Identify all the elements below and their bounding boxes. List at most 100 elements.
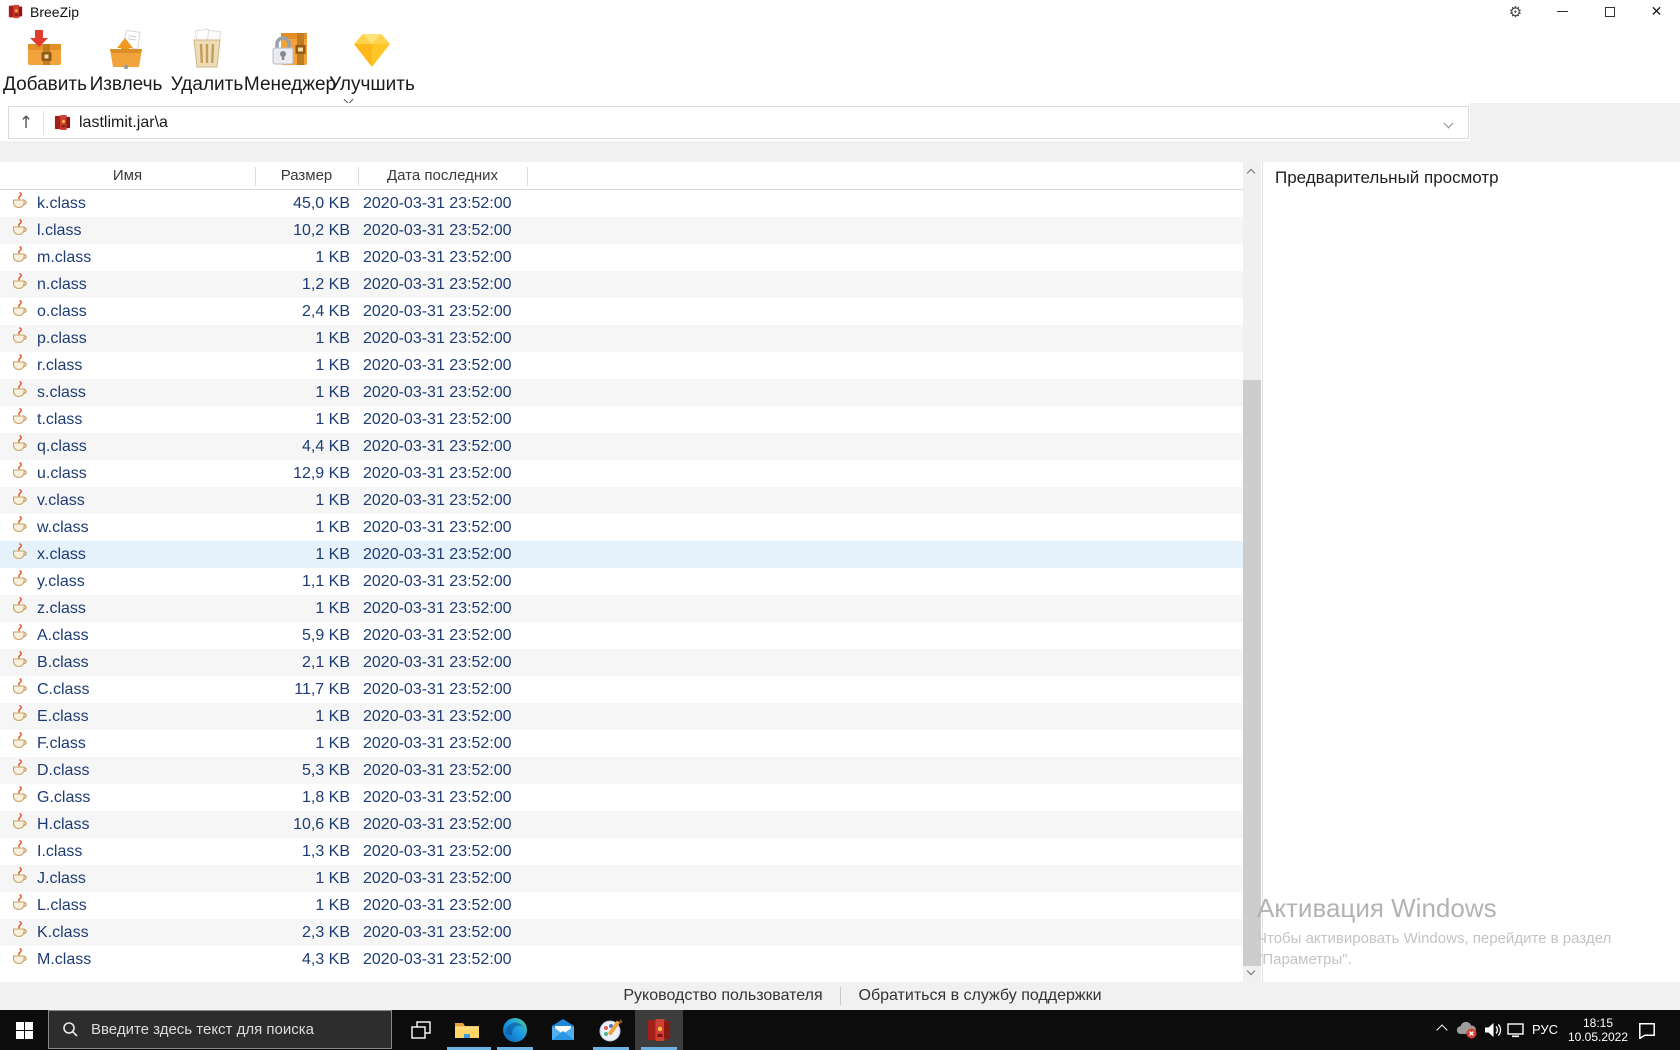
table-row[interactable]: p.class 1 KB 2020-03-31 23:52:00 [0,325,1243,352]
minimize-button[interactable] [1539,0,1586,23]
java-class-file-icon [10,759,28,782]
file-date: 2020-03-31 23:52:00 [363,222,512,240]
column-header-size[interactable]: Размер [255,162,358,190]
java-class-file-icon [10,462,28,480]
address-dropdown-chevron-icon[interactable] [1444,119,1454,129]
table-row[interactable]: u.class 12,9 KB 2020-03-31 23:52:00 [0,460,1243,487]
file-date: 2020-03-31 23:52:00 [363,762,512,780]
table-row[interactable]: m.class 1 KB 2020-03-31 23:52:00 [0,244,1243,271]
paint3d-icon [598,1017,624,1043]
table-row[interactable]: A.class 5,9 KB 2020-03-31 23:52:00 [0,622,1243,649]
table-row[interactable]: D.class 5,3 KB 2020-03-31 23:52:00 [0,757,1243,784]
maximize-button[interactable] [1586,0,1633,23]
address-bar[interactable]: ↑ lastlimit.jar\a [8,106,1469,139]
file-explorer-button[interactable] [443,1010,491,1050]
breezip-taskbar-button[interactable] [635,1010,683,1050]
table-row[interactable]: n.class 1,2 KB 2020-03-31 23:52:00 [0,271,1243,298]
start-button[interactable] [0,1010,48,1050]
watermark-line2: Чтобы активировать Windows, перейдите в … [1257,928,1611,949]
table-row[interactable]: l.class 10,2 KB 2020-03-31 23:52:00 [0,217,1243,244]
table-row[interactable]: s.class 1 KB 2020-03-31 23:52:00 [0,379,1243,406]
column-header-name[interactable]: Имя [0,162,255,190]
table-row[interactable]: r.class 1 KB 2020-03-31 23:52:00 [0,352,1243,379]
user-guide-link[interactable]: Руководство пользователя [623,982,822,1010]
action-center-icon[interactable] [1638,1022,1656,1039]
file-size: 1,1 KB [255,573,350,591]
onedrive-tray-icon[interactable] [1455,1022,1478,1039]
scrollbar-thumb[interactable] [1243,380,1261,966]
address-path[interactable]: lastlimit.jar\a [79,114,168,132]
footer-bar: Руководство пользователя Обратиться в сл… [0,982,1680,1010]
scroll-down-arrow-icon[interactable] [1247,967,1255,975]
contact-support-link[interactable]: Обратиться в службу поддержки [858,982,1101,1010]
table-row[interactable]: q.class 4,4 KB 2020-03-31 23:52:00 [0,433,1243,460]
file-name-cell: z.class [0,597,255,620]
titlebar: BreeZip ⚙ ✕ [0,0,1680,23]
file-date: 2020-03-31 23:52:00 [363,411,512,429]
table-row[interactable]: z.class 1 KB 2020-03-31 23:52:00 [0,595,1243,622]
file-name: u.class [37,465,87,483]
java-class-file-icon [10,624,28,642]
improve-button[interactable]: Улучшить [332,27,412,96]
table-row[interactable]: k.class 45,0 KB 2020-03-31 23:52:00 [0,190,1243,217]
table-row[interactable]: H.class 10,6 KB 2020-03-31 23:52:00 [0,811,1243,838]
file-size: 2,1 KB [255,654,350,672]
table-row[interactable]: v.class 1 KB 2020-03-31 23:52:00 [0,487,1243,514]
java-class-file-icon [10,570,28,593]
file-name-cell: m.class [0,246,255,269]
task-view-button[interactable] [398,1010,444,1050]
taskbar-search[interactable] [48,1010,392,1049]
table-row[interactable]: y.class 1,1 KB 2020-03-31 23:52:00 [0,568,1243,595]
add-button-label: Добавить [3,74,87,96]
vertical-scrollbar[interactable] [1243,162,1261,982]
file-size: 12,9 KB [255,465,350,483]
mail-button[interactable] [539,1010,587,1050]
table-row[interactable]: C.class 11,7 KB 2020-03-31 23:52:00 [0,676,1243,703]
file-size: 5,9 KB [255,627,350,645]
java-class-file-icon [10,516,28,539]
file-name-cell: F.class [0,732,255,755]
java-class-file-icon [10,300,28,318]
paint3d-button[interactable] [587,1010,635,1050]
close-button[interactable]: ✕ [1633,0,1680,23]
table-row[interactable]: B.class 2,1 KB 2020-03-31 23:52:00 [0,649,1243,676]
network-tray-icon[interactable] [1507,1023,1526,1038]
tray-expand-chevron-icon[interactable] [1436,1024,1447,1035]
up-directory-button[interactable]: ↑ [9,113,43,133]
table-row[interactable]: E.class 1 KB 2020-03-31 23:52:00 [0,703,1243,730]
java-class-file-icon [10,246,28,269]
table-row[interactable]: w.class 1 KB 2020-03-31 23:52:00 [0,514,1243,541]
manager-button[interactable]: Менеджер [246,27,334,96]
table-row[interactable]: J.class 1 KB 2020-03-31 23:52:00 [0,865,1243,892]
file-name: p.class [37,330,87,348]
column-header-date[interactable]: Дата последних изменени [358,162,527,190]
volume-tray-icon[interactable] [1484,1022,1502,1038]
file-size: 2,4 KB [255,303,350,321]
add-button[interactable]: Добавить [2,27,88,96]
table-row[interactable]: x.class 1 KB 2020-03-31 23:52:00 [0,541,1243,568]
table-row[interactable]: M.class 4,3 KB 2020-03-31 23:52:00 [0,946,1243,973]
file-date: 2020-03-31 23:52:00 [363,816,512,834]
search-input[interactable] [89,1020,369,1039]
table-row[interactable]: t.class 1 KB 2020-03-31 23:52:00 [0,406,1243,433]
table-row[interactable]: F.class 1 KB 2020-03-31 23:52:00 [0,730,1243,757]
edge-button[interactable] [491,1010,539,1050]
watermark-title: Активация Windows [1257,893,1611,924]
add-archive-icon [23,27,67,71]
extract-button[interactable]: Извлечь [88,27,164,96]
table-row[interactable]: K.class 2,3 KB 2020-03-31 23:52:00 [0,919,1243,946]
taskbar-clock[interactable]: 18:15 10.05.2022 [1563,1016,1633,1044]
table-row[interactable]: L.class 1 KB 2020-03-31 23:52:00 [0,892,1243,919]
table-row[interactable]: o.class 2,4 KB 2020-03-31 23:52:00 [0,298,1243,325]
table-row[interactable]: G.class 1,8 KB 2020-03-31 23:52:00 [0,784,1243,811]
delete-button[interactable]: Удалить [168,27,246,96]
file-date: 2020-03-31 23:52:00 [363,681,512,699]
file-size: 4,4 KB [255,438,350,456]
settings-button[interactable]: ⚙ [1492,0,1539,23]
window-controls: ⚙ ✕ [1492,0,1680,23]
table-row[interactable]: I.class 1,3 KB 2020-03-31 23:52:00 [0,838,1243,865]
task-view-icon [411,1021,431,1039]
scroll-up-arrow-icon[interactable] [1247,169,1255,177]
file-date: 2020-03-31 23:52:00 [363,573,512,591]
language-indicator[interactable]: РУС [1532,1010,1558,1050]
